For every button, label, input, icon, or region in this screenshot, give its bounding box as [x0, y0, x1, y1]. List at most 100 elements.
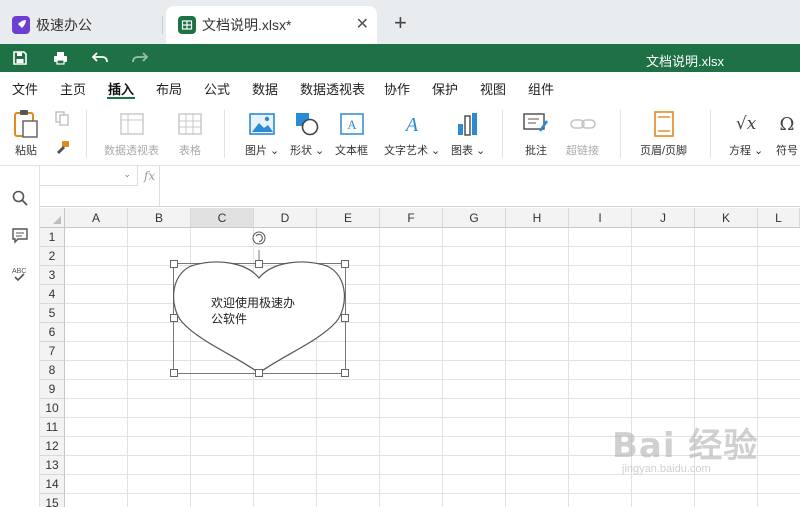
svg-text:A: A — [404, 114, 419, 136]
textbox-button[interactable]: A 文本框 — [335, 110, 368, 158]
fx-icon[interactable]: fx — [140, 166, 160, 186]
column-header[interactable]: F — [380, 208, 443, 228]
title-tab-bar: 极速办公 文档说明.xlsx* ✕ + — [0, 0, 800, 44]
rocket-icon — [12, 16, 30, 34]
row-header[interactable]: 8 — [40, 361, 65, 380]
menu-protect[interactable]: 保护 — [432, 79, 458, 98]
heart-shape[interactable]: 欢迎使用极速办 公软件 — [166, 231, 356, 380]
copy-button[interactable] — [55, 110, 69, 126]
row-header[interactable]: 10 — [40, 399, 65, 418]
menu-formula[interactable]: 公式 — [204, 79, 230, 98]
row-header[interactable]: 3 — [40, 266, 65, 285]
spellcheck-icon[interactable]: ABC — [10, 264, 30, 284]
row-header[interactable]: 1 — [40, 228, 65, 247]
column-header[interactable]: G — [443, 208, 506, 228]
left-side-toolbar: ABC — [0, 166, 40, 507]
print-icon[interactable] — [51, 49, 69, 67]
tab-document[interactable]: 文档说明.xlsx* ✕ — [166, 6, 377, 44]
name-box[interactable]: ⌄ — [40, 166, 138, 186]
paste-button[interactable]: 粘贴 — [12, 110, 40, 158]
resize-handle[interactable] — [255, 260, 263, 268]
row-header[interactable]: 12 — [40, 437, 65, 456]
row-header[interactable]: 4 — [40, 285, 65, 304]
column-header[interactable]: E — [317, 208, 380, 228]
redo-icon[interactable] — [131, 49, 149, 67]
formula-input[interactable] — [40, 186, 160, 207]
column-header[interactable]: K — [695, 208, 758, 228]
resize-handle[interactable] — [341, 314, 349, 322]
new-tab-plus-icon[interactable]: + — [394, 12, 407, 34]
undo-icon[interactable] — [91, 49, 109, 67]
column-header[interactable]: B — [128, 208, 191, 228]
comment-icon[interactable] — [10, 226, 30, 246]
gridline — [65, 493, 800, 494]
row-header[interactable]: 6 — [40, 323, 65, 342]
table-button[interactable]: 表格 — [178, 110, 202, 158]
menu-pivot-table[interactable]: 数据透视表 — [300, 79, 365, 98]
picture-button[interactable]: 图片 ⌄ — [245, 110, 279, 158]
row-header[interactable]: 14 — [40, 475, 65, 494]
search-icon[interactable] — [10, 188, 30, 208]
menu-data[interactable]: 数据 — [252, 79, 278, 98]
resize-handle[interactable] — [170, 369, 178, 377]
row-header[interactable]: 2 — [40, 247, 65, 266]
pivot-table-button[interactable]: 数据透视表 — [104, 110, 159, 158]
column-header[interactable]: D — [254, 208, 317, 228]
column-header[interactable]: I — [569, 208, 632, 228]
resize-handle[interactable] — [341, 369, 349, 377]
menu-home[interactable]: 主页 — [60, 79, 86, 98]
column-header[interactable]: J — [632, 208, 695, 228]
hyperlink-button[interactable]: 超链接 — [566, 110, 599, 158]
equation-button[interactable]: √x 方程 ⌄ — [729, 110, 763, 158]
row-header[interactable]: 9 — [40, 380, 65, 399]
picture-icon — [249, 110, 275, 138]
svg-text:ABC: ABC — [12, 268, 26, 275]
ribbon-toolbar: 粘贴 数据透视表 表格 图片 ⌄ 形状 ⌄ A 文本框 A 文字艺术 ⌄ 图表 … — [0, 102, 800, 166]
shape-text[interactable]: 欢迎使用极速办 公软件 — [211, 295, 321, 327]
format-painter-button[interactable] — [54, 140, 70, 156]
shape-button[interactable]: 形状 ⌄ — [290, 110, 324, 158]
menu-collaborate[interactable]: 协作 — [384, 79, 410, 98]
text-art-button[interactable]: A 文字艺术 ⌄ — [384, 110, 440, 158]
row-header[interactable]: 11 — [40, 418, 65, 437]
pivot-table-icon — [119, 110, 144, 138]
svg-text:A: A — [347, 117, 357, 132]
row-header[interactable]: 15 — [40, 494, 65, 507]
column-header[interactable]: C — [191, 208, 254, 228]
row-header[interactable]: 7 — [40, 342, 65, 361]
close-icon[interactable]: ✕ — [356, 17, 369, 33]
gridline — [65, 398, 800, 399]
tab-home[interactable]: 极速办公 — [0, 6, 162, 44]
resize-handle[interactable] — [170, 314, 178, 322]
resize-handle[interactable] — [255, 369, 263, 377]
column-header[interactable]: H — [506, 208, 569, 228]
symbol-button[interactable]: Ω 符号 — [776, 110, 798, 158]
resize-handle[interactable] — [170, 260, 178, 268]
column-header[interactable]: L — [758, 208, 800, 228]
menu-view[interactable]: 视图 — [480, 79, 506, 98]
select-all-corner[interactable] — [40, 208, 65, 228]
menu-plugins[interactable]: 组件 — [528, 79, 554, 98]
chevron-down-icon[interactable]: ⌄ — [123, 169, 131, 180]
tab-label: 文档说明.xlsx* — [202, 17, 292, 33]
active-menu-indicator — [107, 97, 135, 99]
formula-bar: ⌄ fx — [40, 166, 800, 207]
row-header[interactable]: 5 — [40, 304, 65, 323]
resize-handle[interactable] — [341, 260, 349, 268]
save-icon[interactable] — [11, 49, 29, 67]
header-footer-button[interactable]: 页眉/页脚 — [640, 110, 687, 158]
ribbon-separator — [620, 110, 621, 158]
ribbon-separator — [224, 110, 225, 158]
chart-button[interactable]: 图表 ⌄ — [451, 110, 485, 158]
comment-button[interactable]: 批注 — [523, 110, 549, 158]
gridline — [442, 228, 443, 507]
column-header[interactable]: A — [65, 208, 128, 228]
chart-icon — [457, 110, 479, 138]
menu-layout[interactable]: 布局 — [156, 79, 182, 98]
quick-access-bar: 文档说明.xlsx — [0, 44, 800, 72]
row-header[interactable]: 13 — [40, 456, 65, 475]
menu-file[interactable]: 文件 — [12, 79, 38, 98]
menu-insert[interactable]: 插入 — [108, 79, 134, 98]
menu-bar: 文件 主页 插入 布局 公式 数据 数据透视表 协作 保护 视图 组件 — [0, 72, 800, 102]
ribbon-separator — [86, 110, 87, 158]
